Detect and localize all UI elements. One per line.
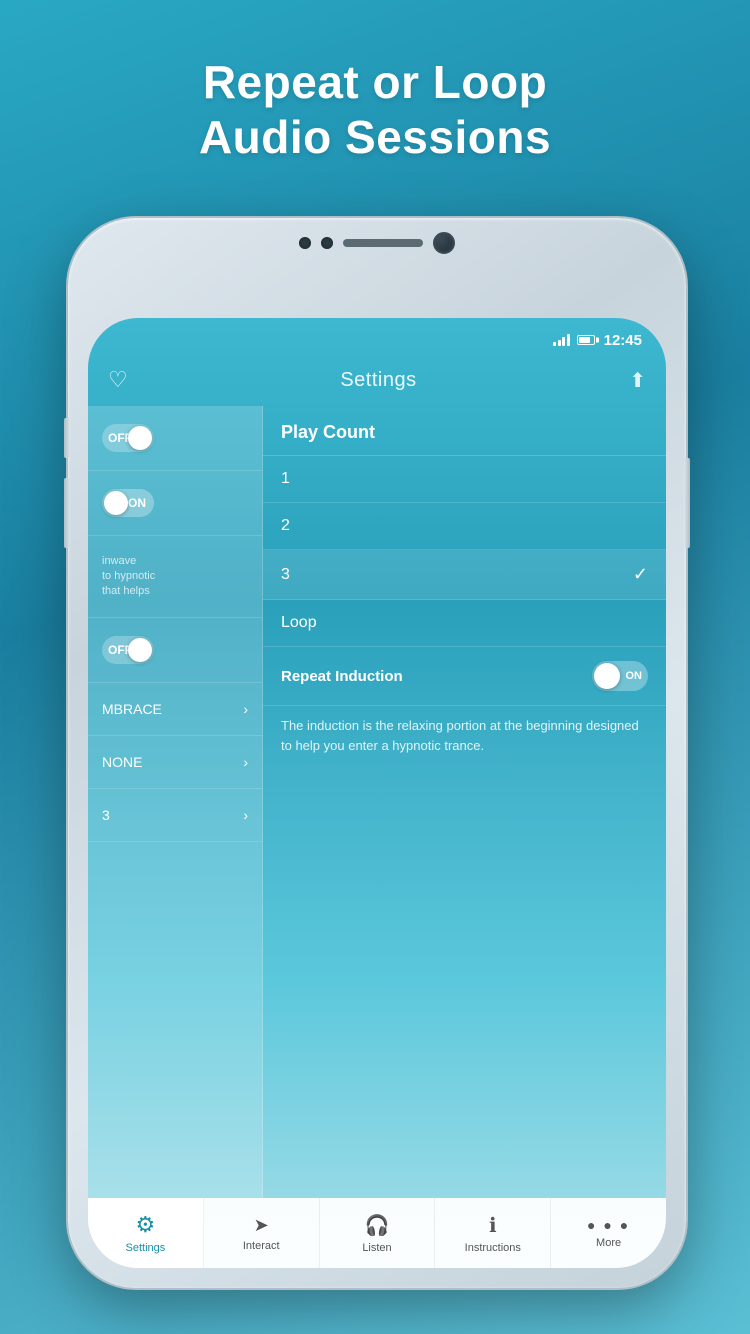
content-area: OFF ON inwaveto hypnoticthat helps bbox=[88, 406, 666, 1198]
toggle-circle-3 bbox=[128, 638, 152, 662]
none-value: NONE bbox=[102, 754, 142, 770]
sidebar-row-right-1: MBRACE › bbox=[102, 701, 248, 717]
front-camera-dot2 bbox=[321, 237, 333, 249]
more-icon: ● ● ● bbox=[587, 1217, 630, 1233]
front-camera-dot bbox=[299, 237, 311, 249]
sidebar-none-row[interactable]: NONE › bbox=[88, 736, 262, 789]
play-count-label-loop: Loop bbox=[281, 614, 317, 632]
right-panel: Play Count 1 2 3 ✓ Loop Repeat Inductio bbox=[263, 406, 666, 1198]
nav-label-settings: Settings bbox=[126, 1242, 166, 1254]
signal-bars bbox=[553, 334, 570, 346]
hero-line1: Repeat or Loop bbox=[203, 56, 547, 108]
play-count-item-3[interactable]: 3 ✓ bbox=[263, 550, 666, 600]
sidebar-toggle-on-row: ON bbox=[88, 471, 262, 536]
volume-up-button bbox=[64, 418, 69, 458]
power-button bbox=[685, 458, 690, 548]
nav-item-interact[interactable]: ➤ Interact bbox=[204, 1198, 320, 1268]
toggle-on-1[interactable]: ON bbox=[102, 489, 154, 517]
nav-item-settings[interactable]: ⚙ Settings bbox=[88, 1198, 204, 1268]
battery-icon bbox=[577, 335, 595, 345]
sidebar-row-right-3: 3 › bbox=[102, 807, 248, 823]
sidebar-mbrace-row[interactable]: MBRACE › bbox=[88, 683, 262, 736]
sidebar-toggle-off-row-2: OFF bbox=[88, 618, 262, 683]
left-panel: OFF ON inwaveto hypnoticthat helps bbox=[88, 406, 263, 1198]
heart-icon[interactable]: ♡ bbox=[108, 367, 128, 393]
phone-top-bar bbox=[299, 232, 455, 254]
play-count-label-2: 2 bbox=[281, 517, 290, 535]
repeat-induction-toggle[interactable]: ON bbox=[592, 661, 648, 691]
volume-down-button bbox=[64, 478, 69, 548]
signal-bar-1 bbox=[553, 342, 556, 346]
status-icons: 12:45 bbox=[553, 332, 642, 349]
status-bar: 12:45 bbox=[88, 326, 666, 354]
sidebar-row-right-2: NONE › bbox=[102, 754, 248, 770]
instructions-icon: ℹ bbox=[489, 1213, 497, 1238]
toggle-off-2[interactable]: OFF bbox=[102, 636, 154, 664]
settings-icon: ⚙ bbox=[136, 1212, 156, 1238]
share-icon[interactable]: ⬆ bbox=[629, 368, 646, 393]
sidebar-3-row[interactable]: 3 › bbox=[88, 789, 262, 842]
nav-label-more: More bbox=[596, 1237, 621, 1249]
nav-label-listen: Listen bbox=[362, 1242, 391, 1254]
bottom-nav: ⚙ Settings ➤ Interact 🎧 Listen ℹ Instruc… bbox=[88, 1198, 666, 1268]
chevron-icon-1: › bbox=[243, 701, 248, 717]
toggle-circle-1 bbox=[128, 426, 152, 450]
listen-icon: 🎧 bbox=[365, 1213, 390, 1238]
toggle-pill[interactable]: ON bbox=[592, 661, 648, 691]
checkmark-icon: ✓ bbox=[633, 564, 648, 585]
toggle-circle-2 bbox=[104, 491, 128, 515]
interact-icon: ➤ bbox=[254, 1215, 269, 1236]
sidebar-toggle-off-row: OFF bbox=[88, 406, 262, 471]
sidebar-description: inwaveto hypnoticthat helps bbox=[102, 554, 155, 599]
toggle-on-label-1: ON bbox=[128, 496, 146, 510]
toggle-off-1[interactable]: OFF bbox=[102, 424, 154, 452]
nav-label-interact: Interact bbox=[243, 1240, 280, 1252]
status-time: 12:45 bbox=[604, 332, 642, 349]
play-count-header: Play Count bbox=[263, 406, 666, 456]
sidebar-description-row: inwaveto hypnoticthat helps bbox=[88, 536, 262, 618]
header-title: Settings bbox=[340, 369, 416, 392]
speaker-grille bbox=[343, 239, 423, 247]
rear-camera-lens bbox=[433, 232, 455, 254]
signal-bar-3 bbox=[562, 337, 565, 346]
nav-item-listen[interactable]: 🎧 Listen bbox=[320, 1198, 436, 1268]
toggle-on-text: ON bbox=[626, 670, 643, 682]
battery-fill bbox=[579, 337, 590, 343]
chevron-icon-3: › bbox=[243, 807, 248, 823]
hero-line2: Audio Sessions bbox=[199, 111, 551, 163]
toggle-knob bbox=[594, 663, 620, 689]
play-count-label-1: 1 bbox=[281, 470, 290, 488]
mbrace-value: MBRACE bbox=[102, 701, 162, 717]
app-header: ♡ Settings ⬆ bbox=[88, 354, 666, 406]
chevron-icon-2: › bbox=[243, 754, 248, 770]
play-count-label-3: 3 bbox=[281, 566, 290, 584]
play-count-item-loop[interactable]: Loop bbox=[263, 600, 666, 647]
repeat-induction-label: Repeat Induction bbox=[281, 668, 403, 685]
phone-shell: 12:45 ♡ Settings ⬆ OFF bbox=[68, 218, 686, 1288]
nav-item-more[interactable]: ● ● ● More bbox=[551, 1198, 666, 1268]
phone-screen: 12:45 ♡ Settings ⬆ OFF bbox=[88, 318, 666, 1268]
play-count-item-1[interactable]: 1 bbox=[263, 456, 666, 503]
signal-bar-2 bbox=[558, 340, 561, 346]
repeat-induction-row: Repeat Induction ON bbox=[263, 647, 666, 706]
count-value: 3 bbox=[102, 807, 110, 823]
hero-title: Repeat or Loop Audio Sessions bbox=[0, 55, 750, 165]
nav-label-instructions: Instructions bbox=[465, 1242, 521, 1254]
signal-bar-4 bbox=[567, 334, 570, 346]
play-count-item-2[interactable]: 2 bbox=[263, 503, 666, 550]
nav-item-instructions[interactable]: ℹ Instructions bbox=[435, 1198, 551, 1268]
induction-description: The induction is the relaxing portion at… bbox=[263, 706, 666, 771]
